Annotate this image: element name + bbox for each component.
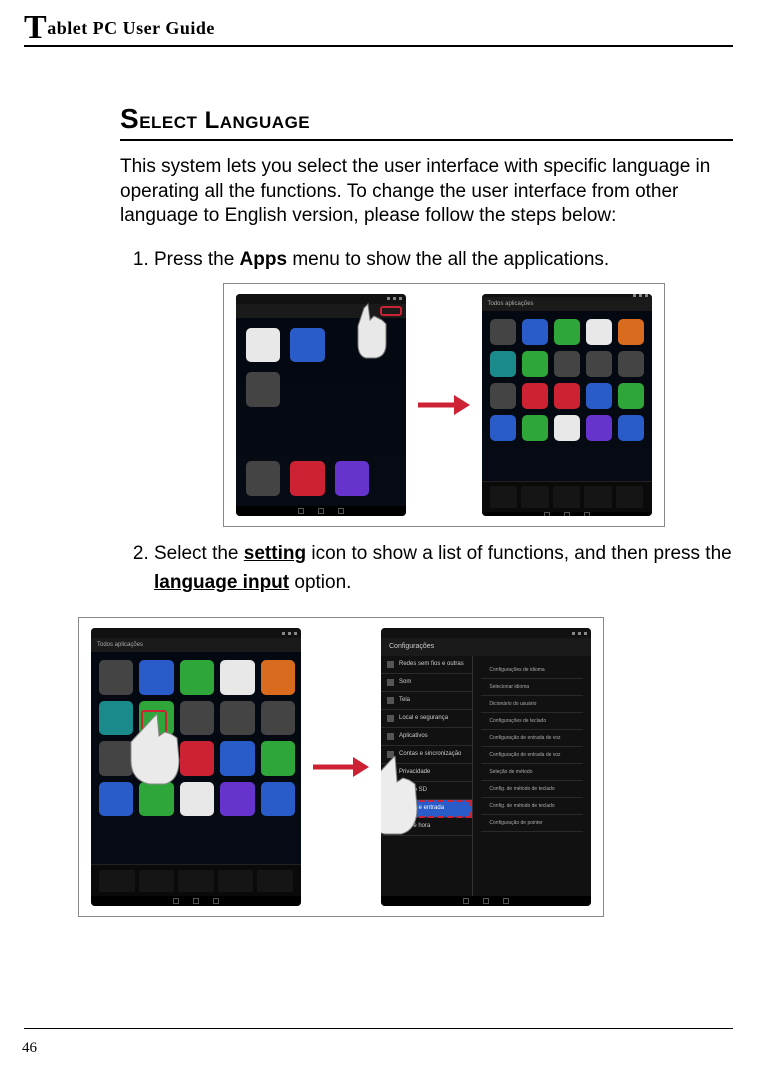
app-icon xyxy=(290,328,325,363)
settings-title: Configurações xyxy=(381,638,591,656)
step-list: Press the Apps menu to show the all the … xyxy=(120,245,733,917)
app-icon xyxy=(586,415,612,441)
settings-detail-row: Configuração de pointer xyxy=(481,815,583,832)
settings-detail-row: Dicionário do usuário xyxy=(481,696,583,713)
page-number: 46 xyxy=(22,1040,37,1057)
footer-rule xyxy=(24,1028,733,1029)
settings-right-pane: Configurações de idioma Selecionar idiom… xyxy=(473,656,591,896)
app-icon xyxy=(554,351,580,377)
settings-detail-row: Config. de método de teclado xyxy=(481,798,583,815)
figure-1: Todos aplicações xyxy=(154,283,733,527)
app-icon xyxy=(618,383,644,409)
app-icon xyxy=(586,319,612,345)
app-icon xyxy=(554,319,580,345)
app-icon xyxy=(99,660,133,694)
settings-row: Privacidade xyxy=(381,764,472,782)
page-content: Select Language This system lets you sel… xyxy=(24,103,733,917)
settings-detail-row: Configurações de teclado xyxy=(481,713,583,730)
settings-row: Cartão SD xyxy=(381,782,472,800)
section-heading: Select Language xyxy=(120,103,733,141)
step-1: Press the Apps menu to show the all the … xyxy=(154,245,733,526)
app-icon xyxy=(618,351,644,377)
app-icon xyxy=(618,319,644,345)
settings-row: Som xyxy=(381,674,472,692)
app-icon xyxy=(261,701,295,735)
arrow-icon xyxy=(311,755,371,779)
app-icon xyxy=(139,741,173,775)
header-title: ablet PC User Guide xyxy=(47,18,215,38)
settings-row: Tela xyxy=(381,692,472,710)
highlight-circle xyxy=(380,306,402,316)
app-icon xyxy=(220,741,254,775)
running-header: Tablet PC User Guide xyxy=(24,18,733,47)
app-icon xyxy=(554,383,580,409)
settings-detail-row: Configurações de idioma xyxy=(481,662,583,679)
app-icon xyxy=(261,782,295,816)
app-icon xyxy=(554,415,580,441)
tablet-apps: Todos aplicações xyxy=(482,294,652,516)
app-icon xyxy=(586,383,612,409)
app-icon xyxy=(220,660,254,694)
app-icon xyxy=(522,351,548,377)
arrow-icon xyxy=(416,393,472,417)
settings-row-language: Idioma e entrada xyxy=(381,800,472,818)
app-icon xyxy=(522,415,548,441)
app-icon xyxy=(618,415,644,441)
app-icon xyxy=(261,660,295,694)
app-icon xyxy=(99,701,133,735)
settings-left-pane: Redes sem fios e outras Som Tela Local e… xyxy=(381,656,473,896)
settings-detail-row: Configuração de entrada de voz xyxy=(481,747,583,764)
app-icon xyxy=(490,415,516,441)
app-icon xyxy=(99,741,133,775)
app-icon xyxy=(246,372,281,407)
settings-row: Local e segurança xyxy=(381,710,472,728)
app-icon xyxy=(490,351,516,377)
settings-row: Aplicativos xyxy=(381,728,472,746)
settings-detail-row: Config. de método de teclado xyxy=(481,781,583,798)
app-icon xyxy=(220,782,254,816)
app-icon xyxy=(180,660,214,694)
app-icon xyxy=(99,782,133,816)
app-icon xyxy=(220,701,254,735)
app-icon xyxy=(139,782,173,816)
figure-2-frame: Todos aplicações xyxy=(78,617,604,917)
settings-detail-row: Configuração de entrada de voz xyxy=(481,730,583,747)
app-icon xyxy=(180,741,214,775)
step-2: Select the setting icon to show a list o… xyxy=(154,539,733,918)
settings-detail-row: Selecionar idioma xyxy=(481,679,583,696)
app-icon xyxy=(490,319,516,345)
figure-2: Todos aplicações xyxy=(78,617,733,917)
tablet-home xyxy=(236,294,406,516)
settings-row: Data e hora xyxy=(381,818,472,836)
app-icon xyxy=(246,328,281,363)
figure-1-frame: Todos aplicações xyxy=(223,283,665,527)
app-icon xyxy=(290,461,325,496)
app-icon xyxy=(261,741,295,775)
highlight-circle xyxy=(141,710,167,736)
settings-row: Contas e sincronização xyxy=(381,746,472,764)
app-icon xyxy=(180,782,214,816)
dropcap: T xyxy=(24,9,47,46)
app-icon xyxy=(335,461,370,496)
app-icon xyxy=(490,383,516,409)
app-icon xyxy=(586,351,612,377)
tablet-settings: Configurações Redes sem fios e outras So… xyxy=(381,628,591,906)
app-icon xyxy=(522,383,548,409)
intro-paragraph: This system lets you select the user int… xyxy=(120,155,733,229)
app-icon xyxy=(180,701,214,735)
settings-row: Redes sem fios e outras xyxy=(381,656,472,674)
tablet-apps-2: Todos aplicações xyxy=(91,628,301,906)
app-icon xyxy=(522,319,548,345)
app-icon xyxy=(246,461,281,496)
settings-detail-row: Seleção de método xyxy=(481,764,583,781)
app-icon xyxy=(139,660,173,694)
